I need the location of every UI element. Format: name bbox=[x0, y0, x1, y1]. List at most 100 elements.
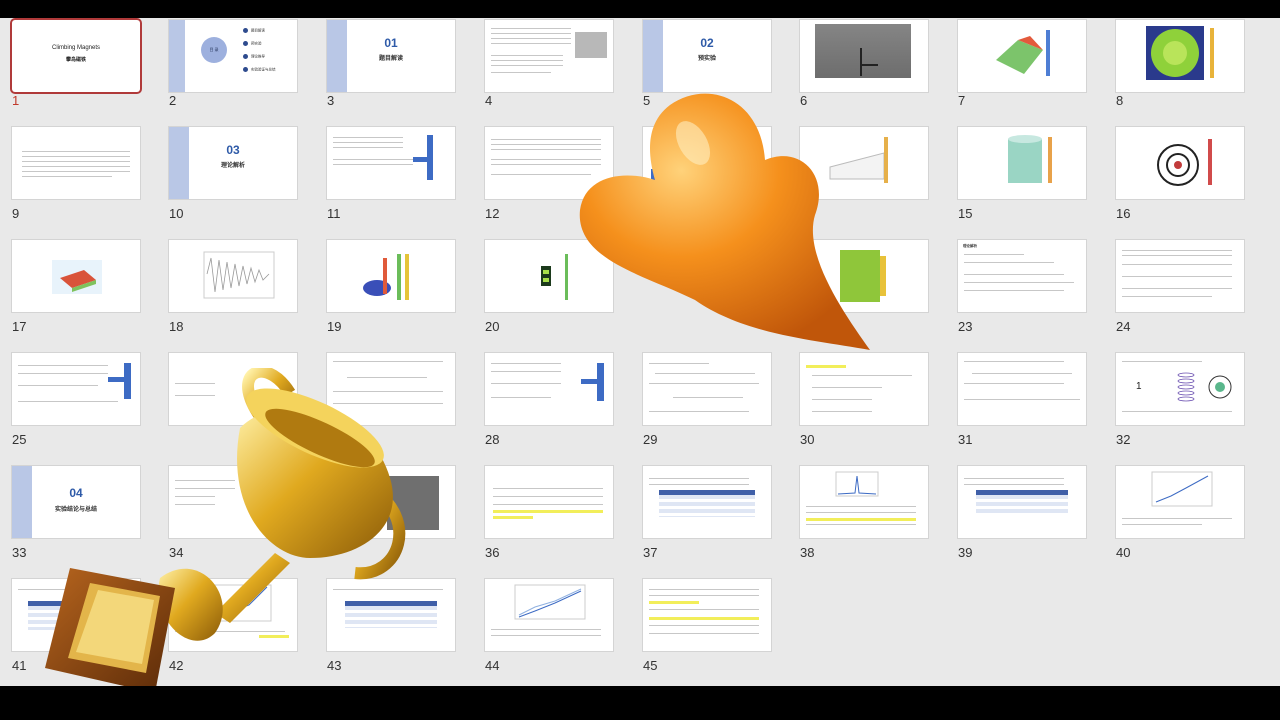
slide-thumb-37[interactable] bbox=[643, 466, 771, 538]
text-line bbox=[491, 28, 571, 29]
slide-number: 12 bbox=[485, 206, 500, 221]
screen: Climbing Magnets 攀岛磁铁 1 目 录 题目解读 预实验 理论推… bbox=[0, 0, 1280, 720]
slide-thumb-11[interactable] bbox=[327, 127, 455, 199]
slide-thumb-39[interactable] bbox=[958, 466, 1086, 538]
slide-thumb-36[interactable] bbox=[485, 466, 613, 538]
text-line bbox=[491, 55, 563, 56]
text-line bbox=[1122, 276, 1232, 277]
text-line bbox=[22, 156, 130, 157]
text-line bbox=[1122, 296, 1212, 297]
photo bbox=[815, 24, 911, 78]
slide-header: 理论解析 bbox=[963, 244, 977, 248]
text-line bbox=[22, 171, 130, 172]
text-line bbox=[491, 383, 561, 384]
slide-thumb-10[interactable]: 03 理论解析 bbox=[169, 127, 297, 199]
3d-plot bbox=[52, 260, 102, 294]
toc-item: 题目解读 bbox=[243, 28, 265, 33]
slide-thumb-15[interactable] bbox=[958, 127, 1086, 199]
slide-thumb-2[interactable]: 目 录 题目解读 预实验 理论推导 实验验证与总结 bbox=[169, 20, 297, 92]
text-line bbox=[964, 399, 1080, 400]
text-line bbox=[649, 633, 759, 634]
slide-thumb-3[interactable]: 01 题目解读 bbox=[327, 20, 455, 92]
text-line bbox=[806, 512, 916, 513]
text-line bbox=[1122, 264, 1232, 265]
slide-number: 2 bbox=[169, 93, 177, 108]
section-number: 02 bbox=[700, 36, 714, 50]
slide-number: 15 bbox=[958, 206, 973, 221]
text-line bbox=[1122, 411, 1232, 412]
slide-thumb-8[interactable] bbox=[1116, 20, 1244, 92]
highlight bbox=[806, 518, 916, 521]
slide-number: 8 bbox=[1116, 93, 1124, 108]
text-line bbox=[22, 166, 130, 167]
slide-thumb-38[interactable] bbox=[800, 466, 928, 538]
diagram bbox=[581, 379, 597, 384]
slide-number: 31 bbox=[958, 432, 973, 447]
text-line bbox=[649, 383, 759, 384]
slide-thumb-23[interactable]: 理论解析 bbox=[958, 240, 1086, 312]
text-line bbox=[812, 375, 912, 376]
text-line bbox=[491, 72, 551, 73]
slide-number: 32 bbox=[1116, 432, 1131, 447]
text-line bbox=[491, 629, 601, 630]
slide-number: 40 bbox=[1116, 545, 1131, 560]
coil-plot bbox=[1177, 372, 1232, 402]
slide-number: 7 bbox=[958, 93, 966, 108]
slide-number: 28 bbox=[485, 432, 500, 447]
slide-thumb-19[interactable] bbox=[327, 240, 455, 312]
plot-area bbox=[880, 256, 886, 296]
line-chart bbox=[1151, 471, 1213, 507]
slide-thumb-4[interactable] bbox=[485, 20, 613, 92]
data-table bbox=[976, 495, 1068, 515]
diagram bbox=[413, 157, 433, 162]
slide-thumb-7[interactable] bbox=[958, 20, 1086, 92]
highlight bbox=[493, 510, 603, 513]
text-line bbox=[1122, 518, 1232, 519]
text-line bbox=[673, 397, 743, 398]
slide-number: 39 bbox=[958, 545, 973, 560]
highlight bbox=[649, 601, 699, 604]
line-chart bbox=[514, 584, 586, 620]
slide-thumb-9[interactable] bbox=[12, 127, 140, 199]
cylinder-plot bbox=[1008, 135, 1052, 183]
toc-item: 理论推导 bbox=[243, 54, 265, 59]
slide-number: 3 bbox=[327, 93, 335, 108]
section-number: 01 bbox=[384, 36, 398, 50]
text-line bbox=[964, 290, 1064, 291]
section-number: 03 bbox=[226, 143, 240, 157]
slide-number: 25 bbox=[12, 432, 27, 447]
slide-thumb-1[interactable]: Climbing Magnets 攀岛磁铁 bbox=[12, 20, 140, 92]
text-line bbox=[493, 504, 603, 505]
slide-number: 41 bbox=[12, 658, 27, 673]
slide-thumb-44[interactable] bbox=[485, 579, 613, 651]
text-line bbox=[649, 625, 759, 626]
oscillation-plot bbox=[203, 251, 275, 299]
slide-thumb-6[interactable] bbox=[800, 20, 928, 92]
slide-thumb-45[interactable] bbox=[643, 579, 771, 651]
peak-chart bbox=[835, 471, 879, 497]
slide-thumb-31[interactable] bbox=[958, 353, 1086, 425]
toc-badge-label: 目 录 bbox=[209, 47, 219, 52]
slide-number: 29 bbox=[643, 432, 658, 447]
text-line bbox=[649, 411, 749, 412]
slide-thumb-32[interactable]: 1 bbox=[1116, 353, 1244, 425]
slide-thumb-24[interactable] bbox=[1116, 240, 1244, 312]
text-line bbox=[493, 496, 603, 497]
photo bbox=[575, 32, 607, 58]
slide-number: 4 bbox=[485, 93, 493, 108]
highlight bbox=[649, 617, 759, 620]
text-line bbox=[333, 142, 403, 143]
slide-number: 45 bbox=[643, 658, 658, 673]
slide-title: Climbing Magnets bbox=[51, 45, 101, 51]
spiral-plot bbox=[1157, 139, 1212, 186]
text-line bbox=[491, 65, 563, 66]
section-title: 题目解读 bbox=[378, 56, 403, 62]
text-line bbox=[964, 478, 1064, 479]
slide-thumb-17[interactable] bbox=[12, 240, 140, 312]
slide-thumb-40[interactable] bbox=[1116, 466, 1244, 538]
text-line bbox=[964, 262, 1054, 263]
slide-number: 9 bbox=[12, 206, 20, 221]
slide-thumb-16[interactable] bbox=[1116, 127, 1244, 199]
slide-thumb-5[interactable]: 02 预实验 bbox=[643, 20, 771, 92]
slide-thumb-18[interactable] bbox=[169, 240, 297, 312]
